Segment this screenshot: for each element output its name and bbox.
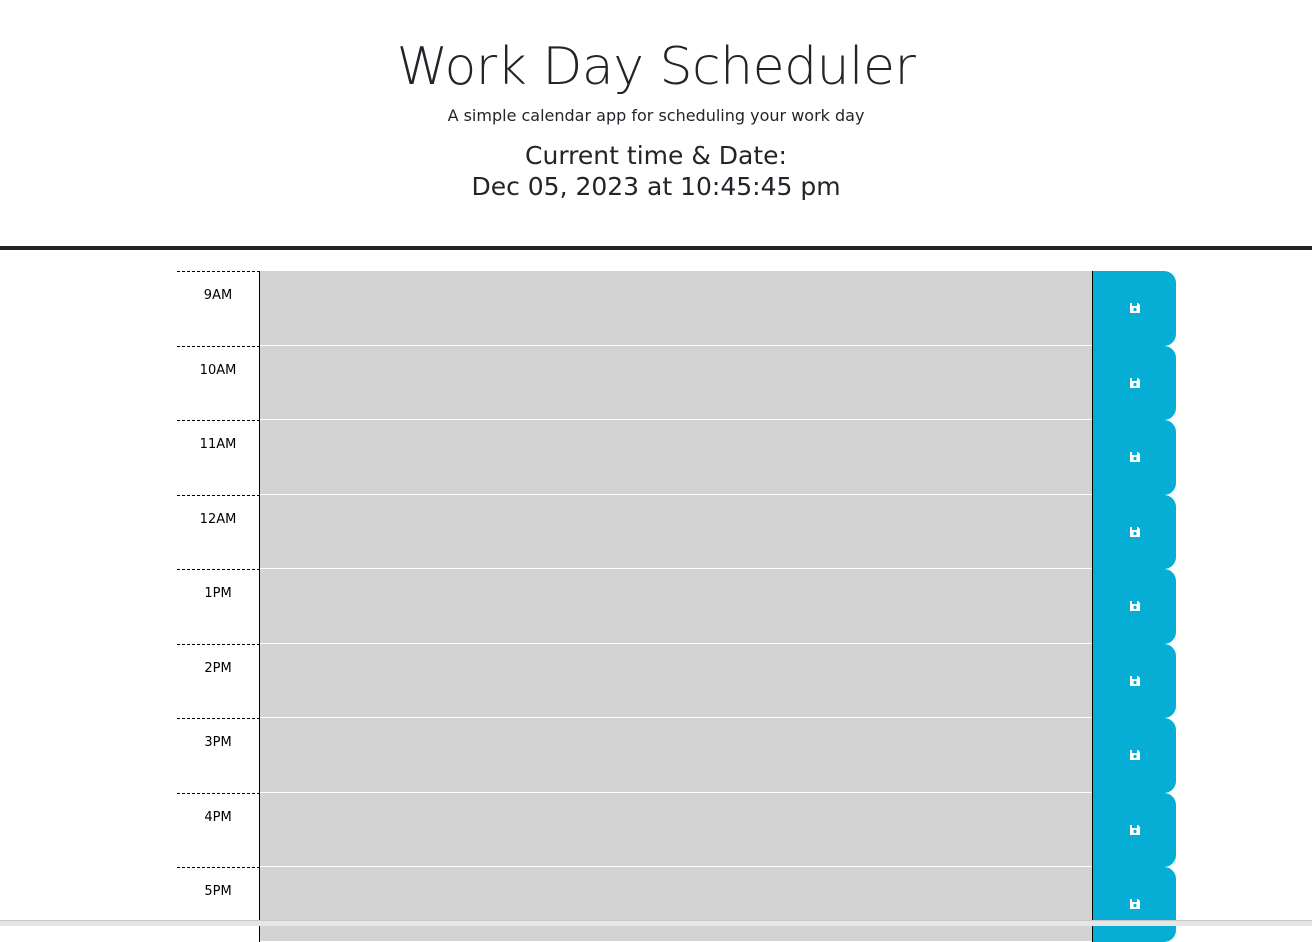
time-block-row: 1PM bbox=[177, 569, 1176, 644]
save-icon bbox=[1129, 675, 1140, 686]
save-icon bbox=[1129, 377, 1140, 388]
hour-label: 2PM bbox=[177, 643, 260, 718]
hour-label: 3PM bbox=[177, 718, 260, 793]
description-input[interactable] bbox=[260, 643, 1092, 718]
save-button[interactable] bbox=[1092, 494, 1176, 569]
description-input[interactable] bbox=[260, 718, 1092, 793]
hour-label: 4PM bbox=[177, 792, 260, 867]
page-header: Work Day Scheduler A simple calendar app… bbox=[0, 0, 1312, 250]
current-datetime: Current time & Date: Dec 05, 2023 at 10:… bbox=[0, 140, 1312, 202]
hour-label: 1PM bbox=[177, 569, 260, 644]
save-icon bbox=[1129, 303, 1140, 314]
description-input[interactable] bbox=[260, 271, 1092, 346]
description-input[interactable] bbox=[260, 420, 1092, 495]
description-input[interactable] bbox=[260, 792, 1092, 867]
description-input[interactable] bbox=[260, 867, 1092, 942]
save-button[interactable] bbox=[1092, 792, 1176, 867]
save-icon bbox=[1129, 526, 1140, 537]
description-input[interactable] bbox=[260, 345, 1092, 420]
save-button[interactable] bbox=[1092, 569, 1176, 644]
save-button[interactable] bbox=[1092, 643, 1176, 718]
save-button[interactable] bbox=[1092, 420, 1176, 495]
description-input[interactable] bbox=[260, 494, 1092, 569]
save-button[interactable] bbox=[1092, 345, 1176, 420]
time-block-row: 3PM bbox=[177, 718, 1176, 793]
save-button[interactable] bbox=[1092, 271, 1176, 346]
hour-label: 11AM bbox=[177, 420, 260, 495]
time-block-row: 4PM bbox=[177, 792, 1176, 867]
page-title: Work Day Scheduler bbox=[396, 37, 916, 97]
page-subtitle: A simple calendar app for scheduling you… bbox=[447, 106, 865, 125]
time-block-row: 10AM bbox=[177, 345, 1176, 420]
save-icon bbox=[1129, 750, 1140, 761]
save-icon bbox=[1129, 899, 1140, 910]
save-icon bbox=[1129, 452, 1140, 463]
hour-label: 10AM bbox=[177, 345, 260, 420]
hour-label: 9AM bbox=[177, 271, 260, 346]
save-button[interactable] bbox=[1092, 718, 1176, 793]
time-block-row: 5PM bbox=[177, 867, 1176, 942]
save-button[interactable] bbox=[1092, 867, 1176, 942]
description-input[interactable] bbox=[260, 569, 1092, 644]
save-icon bbox=[1129, 601, 1140, 612]
time-block-row: 2PM bbox=[177, 643, 1176, 718]
time-block-row: 11AM bbox=[177, 420, 1176, 495]
time-block-row: 12AM bbox=[177, 494, 1176, 569]
hour-label: 5PM bbox=[177, 867, 260, 942]
horizontal-scrollbar[interactable] bbox=[0, 920, 1312, 926]
save-icon bbox=[1129, 824, 1140, 835]
schedule-container: 9AM 10AM 11AM 12AM 1PM 2PM 3PM 4PM 5PM bbox=[177, 271, 1176, 942]
hour-label: 12AM bbox=[177, 494, 260, 569]
datetime-label: Current time & Date: bbox=[525, 141, 787, 170]
datetime-value: Dec 05, 2023 at 10:45:45 pm bbox=[471, 172, 841, 201]
time-block-row: 9AM bbox=[177, 271, 1176, 346]
